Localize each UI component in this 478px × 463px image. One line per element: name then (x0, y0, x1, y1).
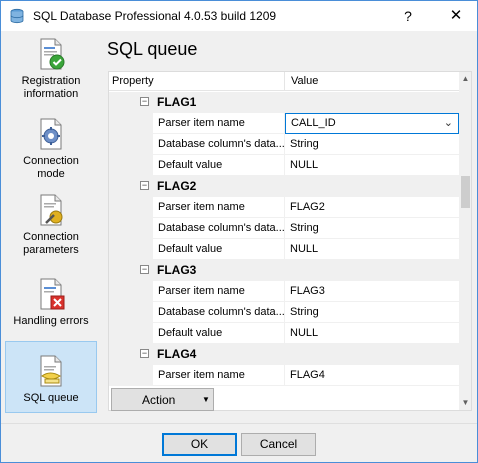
property-grid[interactable]: Property Value − FLAG1 Parser item name … (108, 71, 472, 411)
main-panel: SQL queue Property Value − FLAG1 Parser … (101, 31, 477, 423)
sidebar-item-connection-mode[interactable]: Connection mode (5, 117, 97, 183)
sidebar-item-label: parameters (23, 244, 79, 256)
collapse-icon[interactable]: − (140, 349, 149, 358)
category-label: FLAG2 (157, 179, 197, 193)
row-gutter (109, 281, 153, 302)
row-gutter (109, 113, 153, 134)
row-gutter (109, 239, 153, 260)
property-name[interactable]: Parser item name (153, 113, 285, 134)
property-value[interactable]: FLAG3 (285, 281, 459, 302)
sidebar-item-handling-errors[interactable]: Handling errors (5, 277, 97, 331)
category-row-flag1[interactable]: − FLAG1 (109, 92, 459, 113)
action-button-label: Action (142, 393, 176, 407)
property-row[interactable]: Default value NULL (109, 155, 459, 176)
property-row[interactable]: Parser item name FLAG2 (109, 197, 459, 218)
category-label: FLAG1 (157, 95, 197, 109)
connection-gear-icon (40, 118, 62, 150)
category-row-flag4[interactable]: − FLAG4 (109, 344, 459, 365)
row-gutter (109, 134, 153, 155)
sidebar-item-label: Registration (21, 75, 81, 87)
property-name[interactable]: Parser item name (153, 197, 285, 218)
row-gutter (109, 323, 153, 344)
category-row-flag2[interactable]: − FLAG2 (109, 176, 459, 197)
chevron-down-icon[interactable]: ⌄ (444, 116, 453, 129)
vertical-scrollbar[interactable]: ▲ ▼ (459, 72, 471, 410)
dropdown-arrow-icon: ▼ (202, 395, 210, 404)
property-name[interactable]: Parser item name (153, 281, 285, 302)
scroll-down-icon[interactable]: ▼ (459, 396, 471, 410)
window-title: SQL Database Professional 4.0.53 build 1… (33, 9, 277, 23)
sidebar-item-label: mode (37, 168, 65, 180)
sidebar-item-sql-queue[interactable]: SQL queue (5, 341, 97, 413)
page-title: SQL queue (107, 39, 198, 59)
row-gutter (109, 365, 153, 386)
sql-queue-icon (40, 355, 62, 387)
error-document-icon (40, 278, 65, 310)
collapse-icon[interactable]: − (140, 181, 149, 190)
scroll-up-icon[interactable]: ▲ (459, 72, 471, 86)
property-name[interactable]: Default value (153, 323, 285, 344)
scroll-thumb[interactable] (461, 176, 470, 208)
property-value[interactable]: FLAG2 (285, 197, 459, 218)
property-row[interactable]: Parser item name FLAG4 (109, 365, 459, 386)
close-button[interactable]: ✕ (441, 5, 471, 27)
property-row[interactable]: Default value NULL (109, 239, 459, 260)
sidebar-item-label: Connection (23, 155, 79, 167)
combo-value: CALL_ID (291, 117, 336, 129)
property-value[interactable]: FLAG4 (285, 365, 459, 386)
sidebar-item-label: Handling errors (13, 315, 89, 327)
property-value[interactable]: NULL (285, 239, 459, 260)
sidebar: Registration information Connection mode (1, 31, 101, 423)
category-label: FLAG3 (157, 263, 197, 277)
sidebar-item-connection-parameters[interactable]: Connection parameters (5, 193, 97, 259)
category-label: FLAG4 (157, 347, 197, 361)
registration-checkmark-icon (40, 38, 65, 70)
parser-item-combo[interactable]: CALL_ID ⌄ (285, 113, 459, 134)
property-row[interactable]: Database column's data... String (109, 218, 459, 239)
property-name[interactable]: Database column's data... (153, 134, 285, 155)
property-name[interactable]: Database column's data... (153, 302, 285, 323)
sidebar-item-label: SQL queue (23, 392, 79, 404)
grid-header: Property Value (109, 72, 459, 91)
collapse-icon[interactable]: − (140, 265, 149, 274)
property-row[interactable]: Parser item name CALL_ID ⌄ (109, 113, 459, 134)
property-name[interactable]: Database column's data... (153, 218, 285, 239)
title-bar: SQL Database Professional 4.0.53 build 1… (1, 1, 477, 31)
property-row[interactable]: Database column's data... String (109, 302, 459, 323)
property-row[interactable]: Parser item name FLAG3 (109, 281, 459, 302)
property-value[interactable]: String (285, 134, 459, 155)
row-gutter (109, 302, 153, 323)
property-name[interactable]: Default value (153, 155, 285, 176)
property-value[interactable]: NULL (285, 323, 459, 344)
connection-parameters-icon (40, 194, 63, 226)
sidebar-item-registration[interactable]: Registration information (5, 37, 97, 103)
action-button[interactable]: Action ▼ (111, 388, 214, 411)
property-value[interactable]: NULL (285, 155, 459, 176)
property-name[interactable]: Parser item name (153, 365, 285, 386)
property-value[interactable]: String (285, 302, 459, 323)
sidebar-item-label: information (23, 88, 79, 100)
property-row[interactable]: Database column's data... String (109, 134, 459, 155)
property-row[interactable]: Default value NULL (109, 323, 459, 344)
help-button[interactable]: ? (397, 5, 419, 27)
property-value[interactable]: String (285, 218, 459, 239)
property-name[interactable]: Default value (153, 239, 285, 260)
row-gutter (109, 155, 153, 176)
dialog-footer: OK Cancel (1, 423, 477, 462)
column-header-value[interactable]: Value (291, 75, 318, 87)
ok-button[interactable]: OK (162, 433, 237, 456)
cancel-button[interactable]: Cancel (241, 433, 316, 456)
row-gutter (109, 197, 153, 218)
row-gutter (109, 218, 153, 239)
category-row-flag3[interactable]: − FLAG3 (109, 260, 459, 281)
collapse-icon[interactable]: − (140, 97, 149, 106)
database-app-icon (10, 8, 24, 24)
sidebar-item-label: Connection (23, 231, 79, 243)
column-header-property[interactable]: Property (112, 75, 154, 87)
dialog-window: SQL Database Professional 4.0.53 build 1… (0, 0, 478, 463)
column-separator[interactable] (284, 72, 285, 91)
